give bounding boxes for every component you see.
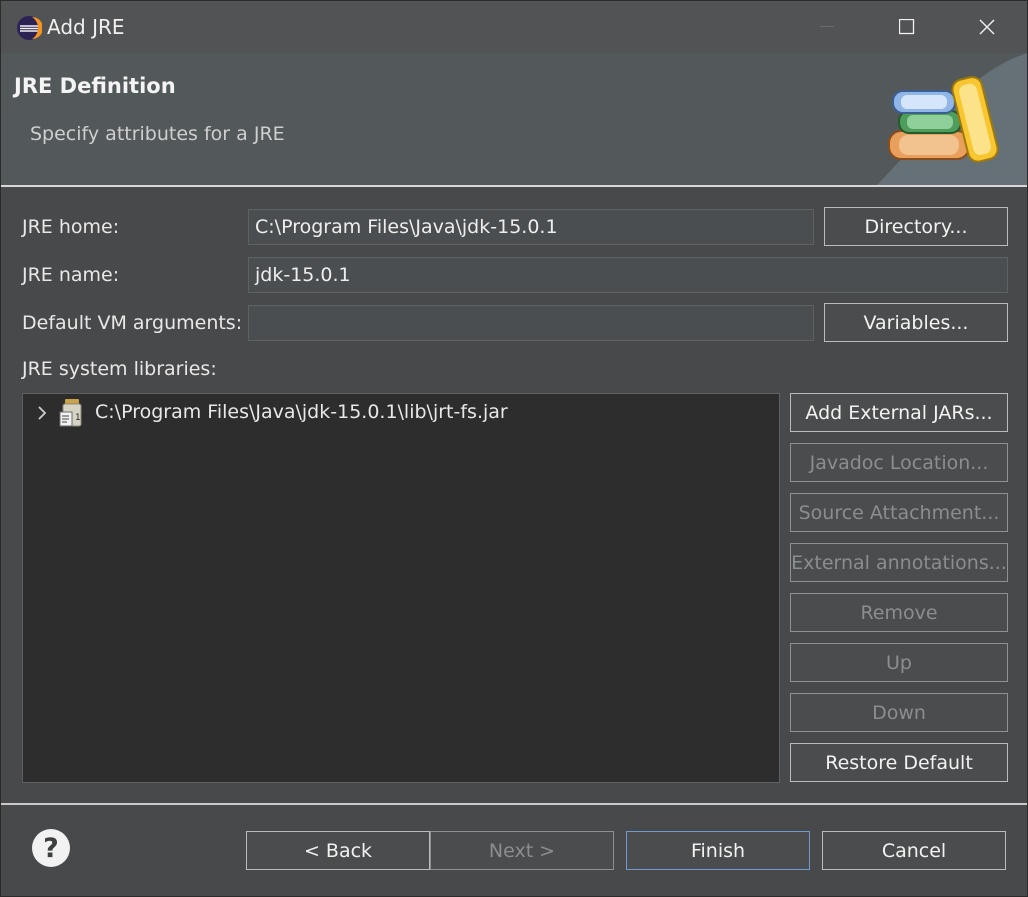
library-books-icon [877,53,1027,185]
library-item-label: C:\Program Files\Java\jdk-15.0.1\lib\jrt… [95,401,508,423]
vm-arguments-input[interactable] [248,305,814,341]
jre-name-input[interactable]: jdk-15.0.1 [248,257,1008,293]
system-libraries-tree[interactable]: 10 C:\Program Files\Java\jdk-15.0.1\lib\… [22,393,780,783]
directory-button-label: Directory... [864,215,968,238]
page-description: Specify attributes for a JRE [30,123,285,145]
next-button[interactable]: Next > [430,831,614,870]
restore-default-label: Restore Default [825,751,973,774]
remove-label: Remove [860,601,938,624]
close-button[interactable] [947,1,1027,53]
source-attachment-label: Source Attachment... [798,501,1000,524]
jar-library-icon: 10 [59,398,89,428]
help-button[interactable]: ? [32,829,70,867]
banner-separator [1,185,1027,187]
jre-name-label: JRE name: [22,264,120,286]
back-button[interactable]: < Back [246,831,430,870]
add-external-jars-button[interactable]: Add External JARs... [790,393,1008,432]
down-button[interactable]: Down [790,693,1008,732]
system-libraries-label: JRE system libraries: [22,358,217,380]
external-annotations-label: External annotations... [791,551,1007,574]
restore-default-button[interactable]: Restore Default [790,743,1008,782]
jre-home-label: JRE home: [22,216,120,238]
cancel-button[interactable]: Cancel [822,831,1006,870]
maximize-button[interactable] [867,1,947,53]
down-label: Down [872,701,926,724]
add-jre-dialog: Add JRE JRE Definition Specify attribute… [0,0,1028,897]
jre-home-input[interactable]: C:\Program Files\Java\jdk-15.0.1 [248,209,814,245]
up-label: Up [886,651,912,674]
window-title: Add JRE [47,15,125,39]
up-button[interactable]: Up [790,643,1008,682]
title-bar[interactable]: Add JRE [1,1,1027,53]
remove-button[interactable]: Remove [790,593,1008,632]
add-external-jars-label: Add External JARs... [805,401,993,424]
next-label: Next > [488,839,556,862]
minimize-button[interactable] [787,1,867,53]
footer-separator [1,803,1027,805]
page-title: JRE Definition [14,74,176,98]
variables-button-label: Variables... [863,311,969,334]
directory-button[interactable]: Directory... [824,207,1008,246]
chevron-right-icon[interactable] [35,403,49,423]
variables-button[interactable]: Variables... [824,303,1008,342]
minimize-icon [820,26,834,27]
wizard-banner: JRE Definition Specify attributes for a … [1,53,1027,185]
javadoc-location-button[interactable]: Javadoc Location... [790,443,1008,482]
maximize-icon [899,19,915,35]
svg-text:10: 10 [75,413,87,423]
vm-arguments-label: Default VM arguments: [22,312,243,334]
help-icon: ? [43,832,59,864]
back-label: < Back [303,839,373,862]
tree-row[interactable]: 10 C:\Program Files\Java\jdk-15.0.1\lib\… [23,396,779,432]
finish-label: Finish [690,839,746,862]
cancel-label: Cancel [881,839,947,862]
finish-button[interactable]: Finish [626,831,810,870]
close-icon [979,19,995,35]
eclipse-icon [16,15,43,41]
external-annotations-button[interactable]: External annotations... [790,543,1008,582]
source-attachment-button[interactable]: Source Attachment... [790,493,1008,532]
javadoc-location-label: Javadoc Location... [809,451,989,474]
